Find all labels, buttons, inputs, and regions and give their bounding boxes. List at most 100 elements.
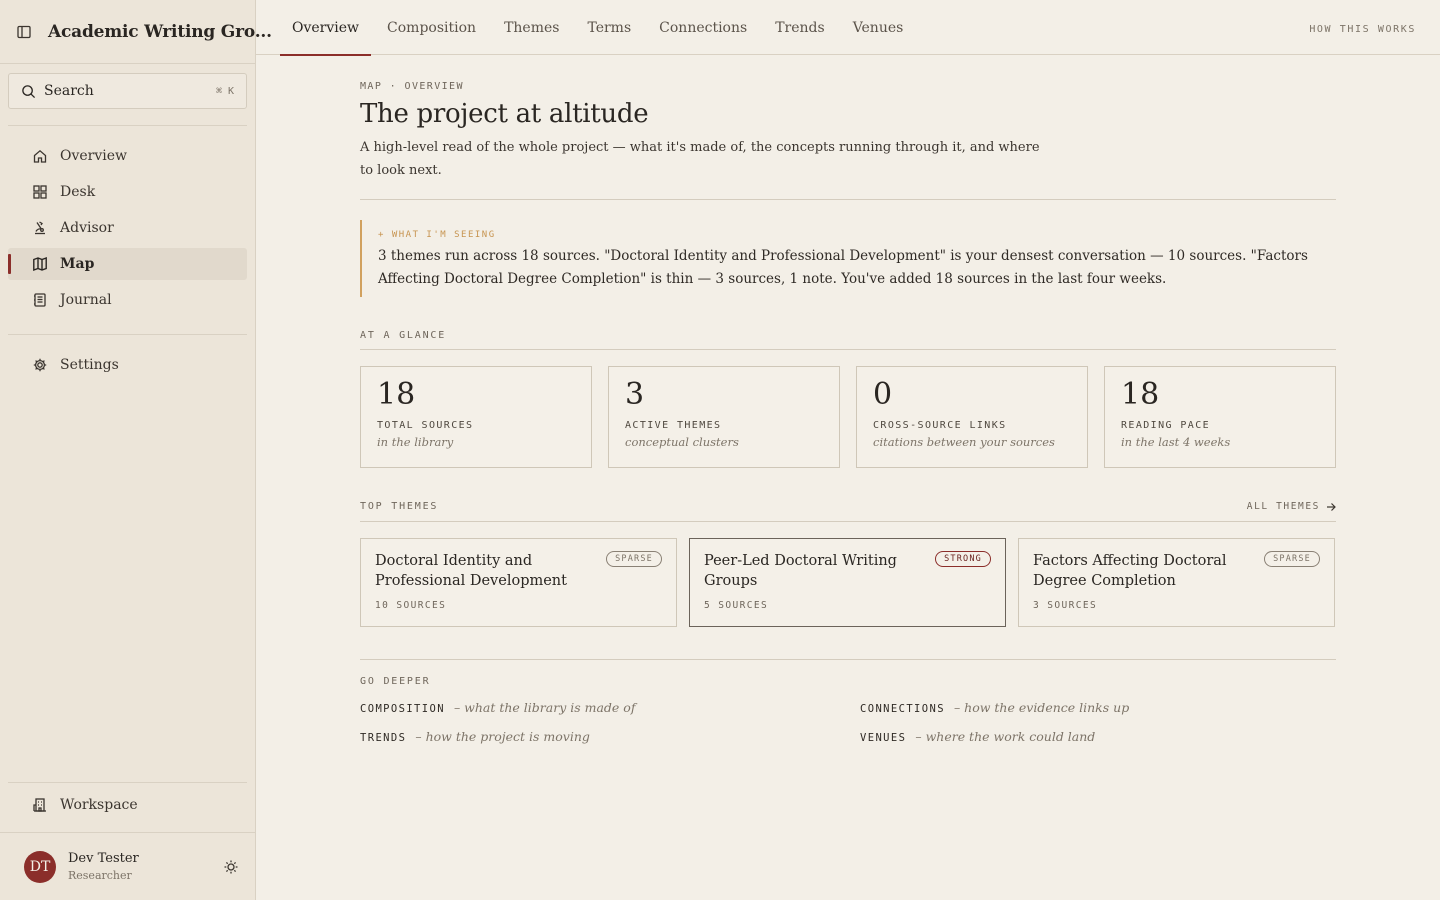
all-themes-label: ALL THEMES xyxy=(1246,501,1320,512)
link-description: – how the evidence links up xyxy=(953,700,1130,715)
stat-label: READING PACE xyxy=(1121,420,1211,431)
stat-card: 3 ACTIVE THEMES conceptual clusters xyxy=(608,366,840,468)
stat-card: 18 TOTAL SOURCES in the library xyxy=(360,366,592,468)
insight-callout: + WHAT I'M SEEING 3 themes run across 18… xyxy=(360,220,1336,297)
building-icon xyxy=(32,797,48,813)
stats-row: 18 TOTAL SOURCES in the library 3 ACTIVE… xyxy=(360,366,1336,468)
stat-card: 0 CROSS-SOURCE LINKS citations between y… xyxy=(856,366,1088,468)
sidebar-item-label: Overview xyxy=(60,148,128,164)
tab-trends[interactable]: Trends xyxy=(763,0,836,55)
link-description: – where the work could land xyxy=(915,729,1096,744)
venues-link[interactable]: VENUES – where the work could land xyxy=(860,729,1336,744)
grid-icon xyxy=(32,184,48,200)
stat-value: 0 xyxy=(873,377,893,412)
journal-icon xyxy=(32,292,48,308)
theme-card[interactable]: Factors Affecting Doctoral Degree Comple… xyxy=(1018,538,1335,627)
sidebar-item-map[interactable]: Map xyxy=(8,248,247,280)
how-this-works-link[interactable]: HOW THIS WORKS xyxy=(1309,24,1416,35)
divider xyxy=(360,659,1336,660)
user-role: Researcher xyxy=(68,869,132,882)
sidebar-toggle-icon[interactable] xyxy=(16,24,32,40)
section-label-deeper: GO DEEPER xyxy=(360,676,431,687)
sidebar-item-desk[interactable]: Desk xyxy=(8,176,247,208)
project-title[interactable]: Academic Writing Gro... xyxy=(48,22,272,42)
status-badge: SPARSE xyxy=(1264,551,1320,567)
stat-value: 18 xyxy=(377,377,416,412)
tab-themes[interactable]: Themes xyxy=(492,0,571,55)
search-label: Search xyxy=(44,83,94,99)
stat-card: 18 READING PACE in the last 4 weeks xyxy=(1104,366,1336,468)
sun-icon[interactable] xyxy=(223,859,239,875)
sidebar-item-journal[interactable]: Journal xyxy=(8,284,247,316)
callout-tag: + WHAT I'M SEEING xyxy=(378,230,496,240)
sidebar-item-advisor[interactable]: Advisor xyxy=(8,212,247,244)
theme-source-count: 10 SOURCES xyxy=(375,600,447,611)
user-name: Dev Tester xyxy=(68,851,139,866)
theme-title: Peer-Led Doctoral Writing Groups xyxy=(704,553,897,589)
theme-source-count: 3 SOURCES xyxy=(1033,600,1098,611)
page-title: The project at altitude xyxy=(360,99,649,129)
sidebar-item-label: Settings xyxy=(60,357,119,373)
composition-link[interactable]: COMPOSITION – what the library is made o… xyxy=(360,700,860,715)
sidebar-item-label: Map xyxy=(60,256,95,272)
stat-subtitle: in the last 4 weeks xyxy=(1121,435,1231,449)
connections-link[interactable]: CONNECTIONS – how the evidence links up xyxy=(860,700,1336,715)
stat-subtitle: in the library xyxy=(377,435,454,449)
link-key: CONNECTIONS xyxy=(860,703,945,715)
link-key: TRENDS xyxy=(360,732,407,744)
sidebar-item-label: Workspace xyxy=(60,797,138,813)
search-shortcut: ⌘ K xyxy=(215,85,234,97)
tab-connections[interactable]: Connections xyxy=(647,0,759,55)
all-themes-link[interactable]: ALL THEMES xyxy=(1247,501,1336,512)
theme-source-count: 5 SOURCES xyxy=(704,600,769,611)
tab-venues[interactable]: Venues xyxy=(841,0,916,55)
page-description: A high-level read of the whole project —… xyxy=(360,140,1040,178)
stat-label: CROSS-SOURCE LINKS xyxy=(873,420,1007,431)
sidebar-header: Academic Writing Gro... xyxy=(0,0,272,64)
gear-icon xyxy=(32,357,48,373)
map-icon xyxy=(32,256,48,272)
divider xyxy=(8,334,247,335)
sidebar-item-settings[interactable]: Settings xyxy=(8,349,247,381)
sidebar: Academic Writing Gro... Search ⌘ K Overv… xyxy=(0,0,272,900)
main-content: MAP · OVERVIEW The project at altitude A… xyxy=(360,55,1336,744)
tab-overview[interactable]: Overview xyxy=(280,0,372,56)
arrow-right-icon xyxy=(1327,502,1336,511)
search-input[interactable]: Search ⌘ K xyxy=(8,73,247,109)
status-badge: STRONG xyxy=(935,551,991,567)
top-themes-header: TOP THEMES ALL THEMES xyxy=(360,501,1336,512)
divider xyxy=(360,349,1336,350)
stat-subtitle: conceptual clusters xyxy=(625,435,739,449)
divider xyxy=(8,782,247,783)
trends-link[interactable]: TRENDS – how the project is moving xyxy=(360,729,860,744)
sidebar-item-label: Desk xyxy=(60,184,96,200)
user-profile[interactable]: DT Dev Tester Researcher xyxy=(0,832,256,900)
tab-terms[interactable]: Terms xyxy=(575,0,643,55)
sidebar-item-label: Advisor xyxy=(60,220,114,236)
divider xyxy=(8,125,247,126)
link-description: – what the library is made of xyxy=(453,700,636,715)
callout-text: 3 themes run across 18 sources. "Doctora… xyxy=(378,248,1308,287)
sidebar-item-label: Journal xyxy=(60,292,112,308)
avatar: DT xyxy=(24,850,56,883)
theme-card[interactable]: Doctoral Identity and Professional Devel… xyxy=(360,538,677,627)
stat-subtitle: citations between your sources xyxy=(873,435,1055,449)
stat-value: 18 xyxy=(1121,377,1160,412)
sidebar-item-overview[interactable]: Overview xyxy=(8,140,247,172)
status-badge: SPARSE xyxy=(606,551,662,567)
sidebar-nav: Overview Desk Advisor Map Journal xyxy=(8,140,247,320)
workspace-nav: Workspace xyxy=(8,789,247,825)
user-info: Dev Tester Researcher xyxy=(68,851,223,882)
search-icon xyxy=(22,84,36,98)
link-description: – how the project is moving xyxy=(415,729,590,744)
section-label-themes: TOP THEMES xyxy=(360,501,439,512)
home-icon xyxy=(32,148,48,164)
settings-nav: Settings xyxy=(8,349,247,385)
theme-card[interactable]: Peer-Led Doctoral Writing Groups STRONG … xyxy=(689,538,1006,627)
advisor-icon xyxy=(32,220,48,236)
sidebar-item-workspace[interactable]: Workspace xyxy=(8,789,247,821)
tab-composition[interactable]: Composition xyxy=(375,0,488,55)
themes-row: Doctoral Identity and Professional Devel… xyxy=(360,538,1336,627)
divider xyxy=(360,199,1336,200)
stat-label: ACTIVE THEMES xyxy=(625,420,722,431)
